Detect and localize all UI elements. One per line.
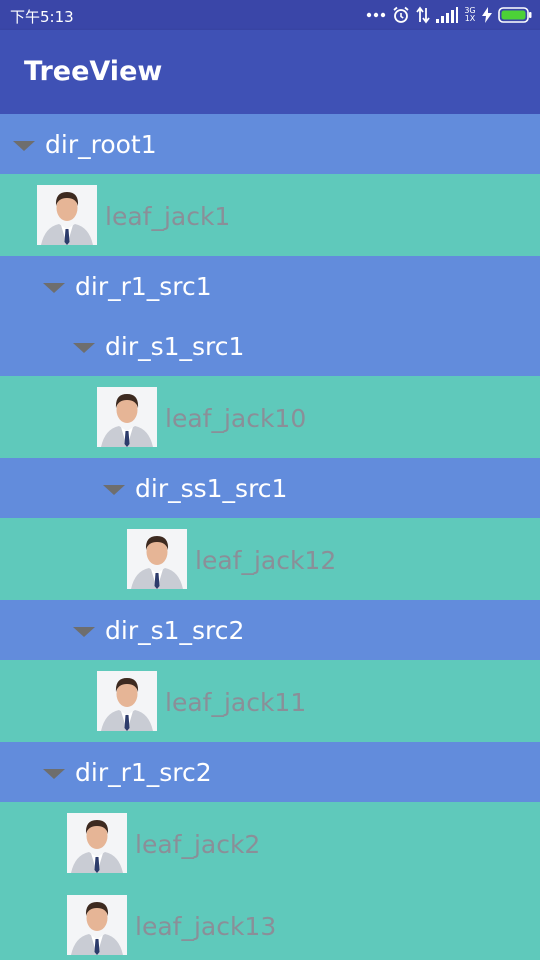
alarm-clock-icon [392, 6, 410, 24]
more-dots-icon [366, 11, 386, 19]
directory-label: dir_r1_src2 [75, 758, 212, 787]
battery-icon [498, 7, 532, 23]
directory-label: dir_s1_src2 [105, 616, 245, 645]
person-avatar-icon [67, 813, 127, 873]
tree-node-directory[interactable]: dir_r1_src1 [0, 256, 540, 316]
expand-caret-icon[interactable] [43, 769, 65, 779]
charging-bolt-icon [482, 7, 492, 23]
tree-node-directory[interactable]: dir_root1 [0, 114, 540, 174]
tree-node-leaf[interactable]: leaf_jack10 [0, 376, 540, 458]
tree-node-leaf[interactable]: leaf_jack2 [0, 802, 540, 884]
directory-label: dir_r1_src1 [75, 272, 212, 301]
expand-caret-icon[interactable] [103, 485, 125, 495]
status-icons: 3G 1X [366, 5, 532, 25]
directory-label: dir_root1 [45, 130, 157, 159]
expand-caret-icon[interactable] [43, 283, 65, 293]
tree-node-directory[interactable]: dir_r1_src2 [0, 742, 540, 802]
app-bar: TreeView [0, 30, 540, 114]
leaf-label: leaf_jack12 [195, 546, 337, 575]
data-transfer-icon [416, 6, 430, 24]
expand-caret-icon[interactable] [73, 627, 95, 637]
leaf-label: leaf_jack1 [105, 202, 231, 231]
tree-node-directory[interactable]: dir_ss1_src1 [0, 458, 540, 518]
expand-caret-icon[interactable] [13, 141, 35, 151]
leaf-label: leaf_jack10 [165, 404, 307, 433]
tree-view: dir_root1 leaf_jack1 dir_r1_src1 dir_s1_… [0, 114, 540, 960]
status-time: 下午5:13 [10, 8, 74, 26]
status-bar: 下午5:13 3G 1X [0, 0, 540, 30]
directory-label: dir_ss1_src1 [135, 474, 288, 503]
tree-node-directory[interactable]: dir_s1_src1 [0, 316, 540, 376]
network-type-icon: 3G 1X [464, 6, 476, 23]
leaf-label: leaf_jack2 [135, 830, 261, 859]
expand-caret-icon[interactable] [73, 343, 95, 353]
tree-node-leaf[interactable]: leaf_jack13 [0, 884, 540, 960]
tree-node-leaf[interactable]: leaf_jack11 [0, 660, 540, 742]
person-avatar-icon [127, 529, 187, 589]
directory-label: dir_s1_src1 [105, 332, 245, 361]
leaf-label: leaf_jack11 [165, 688, 307, 717]
person-avatar-icon [97, 387, 157, 447]
person-avatar-icon [97, 671, 157, 731]
tree-node-leaf[interactable]: leaf_jack12 [0, 518, 540, 600]
person-avatar-icon [67, 895, 127, 955]
leaf-label: leaf_jack13 [135, 912, 277, 941]
tree-node-leaf[interactable]: leaf_jack1 [0, 174, 540, 256]
signal-bars-icon [436, 7, 458, 23]
app-title: TreeView [24, 56, 163, 87]
tree-node-directory[interactable]: dir_s1_src2 [0, 600, 540, 660]
person-avatar-icon [37, 185, 97, 245]
